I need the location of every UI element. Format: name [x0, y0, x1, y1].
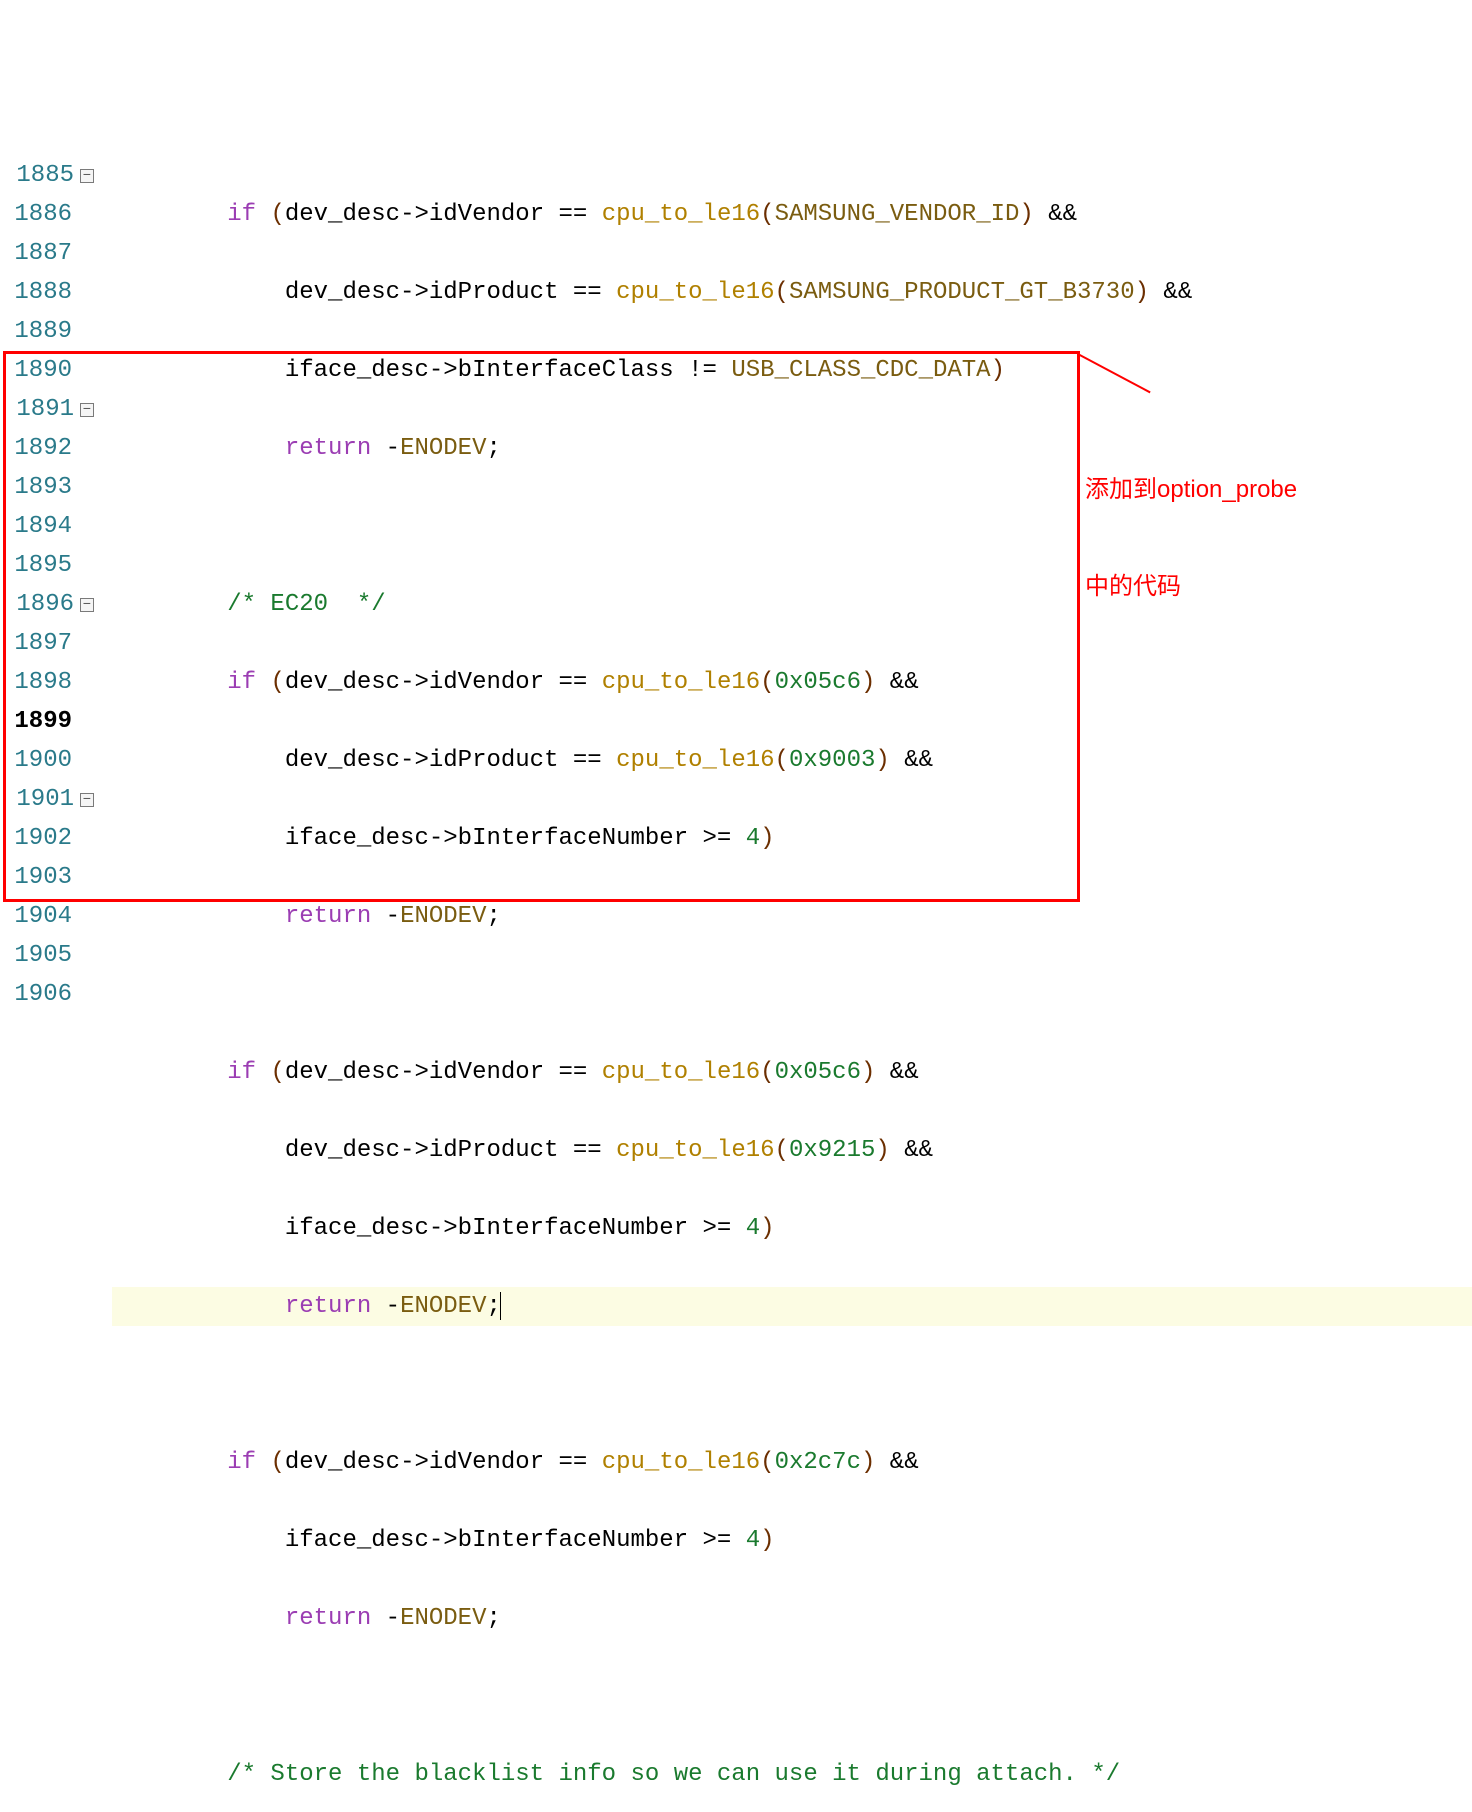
- annotation-line2: 中的代码: [1085, 571, 1297, 603]
- code-line: dev_desc->idProduct == cpu_to_le16(0x900…: [112, 741, 1472, 780]
- keyword-return: return: [285, 435, 371, 462]
- line-number: 1906: [0, 975, 94, 1014]
- fold-toggle-icon[interactable]: −: [80, 403, 94, 417]
- comment: /* Store the blacklist info so we can us…: [227, 1761, 1120, 1788]
- code-line: if (dev_desc->idVendor == cpu_to_le16(0x…: [112, 1443, 1472, 1482]
- line-number: 1896−: [0, 585, 94, 624]
- code-line: [112, 1365, 1472, 1404]
- line-number-gutter[interactable]: 1885−188618871888188918901891−1892189318…: [0, 156, 100, 1812]
- code-line: dev_desc->idProduct == cpu_to_le16(0x921…: [112, 1131, 1472, 1170]
- code-line: if (dev_desc->idVendor == cpu_to_le16(SA…: [112, 195, 1472, 234]
- line-number: 1891−: [0, 390, 94, 429]
- code-line: return -ENODEV;: [112, 1287, 1472, 1326]
- code-line: iface_desc->bInterfaceNumber >= 4): [112, 1521, 1472, 1560]
- line-number: 1902: [0, 819, 94, 858]
- fold-toggle-icon[interactable]: −: [80, 169, 94, 183]
- line-number: 1897: [0, 624, 94, 663]
- line-number: 1894: [0, 507, 94, 546]
- line-number: 1898: [0, 663, 94, 702]
- code-line: /* Store the blacklist info so we can us…: [112, 1755, 1472, 1794]
- line-number: 1901−: [0, 780, 94, 819]
- line-number: 1905: [0, 936, 94, 975]
- fold-toggle-icon[interactable]: −: [80, 598, 94, 612]
- line-number: 1890: [0, 351, 94, 390]
- line-number: 1904: [0, 897, 94, 936]
- line-number: 1892: [0, 429, 94, 468]
- line-number: 1888: [0, 273, 94, 312]
- annotation-text: 添加到option_probe 中的代码: [1085, 409, 1297, 668]
- code-line: if (dev_desc->idVendor == cpu_to_le16(0x…: [112, 663, 1472, 702]
- code-area[interactable]: if (dev_desc->idVendor == cpu_to_le16(SA…: [100, 156, 1472, 1812]
- code-line: [112, 1677, 1472, 1716]
- code-line: iface_desc->bInterfaceNumber >= 4): [112, 819, 1472, 858]
- code-line: if (dev_desc->idVendor == cpu_to_le16(0x…: [112, 1053, 1472, 1092]
- code-line: return -ENODEV;: [112, 1599, 1472, 1638]
- line-number: 1900: [0, 741, 94, 780]
- line-number: 1887: [0, 234, 94, 273]
- code-editor[interactable]: 1885−188618871888188918901891−1892189318…: [0, 156, 1472, 1812]
- line-number: 1886: [0, 195, 94, 234]
- line-number: 1885−: [0, 156, 94, 195]
- comment: /* EC20 */: [227, 591, 385, 618]
- line-number: 1899: [0, 702, 94, 741]
- code-line: return -ENODEV;: [112, 897, 1472, 936]
- code-line: iface_desc->bInterfaceNumber >= 4): [112, 1209, 1472, 1248]
- text-cursor: [500, 1292, 501, 1320]
- keyword-if: if: [227, 201, 256, 228]
- code-line: [112, 975, 1472, 1014]
- line-number: 1895: [0, 546, 94, 585]
- line-number: 1893: [0, 468, 94, 507]
- line-number: 1889: [0, 312, 94, 351]
- code-line: iface_desc->bInterfaceClass != USB_CLASS…: [112, 351, 1472, 390]
- code-line: dev_desc->idProduct == cpu_to_le16(SAMSU…: [112, 273, 1472, 312]
- line-number: 1903: [0, 858, 94, 897]
- fold-toggle-icon[interactable]: −: [80, 793, 94, 807]
- annotation-line1: 添加到option_probe: [1085, 474, 1297, 506]
